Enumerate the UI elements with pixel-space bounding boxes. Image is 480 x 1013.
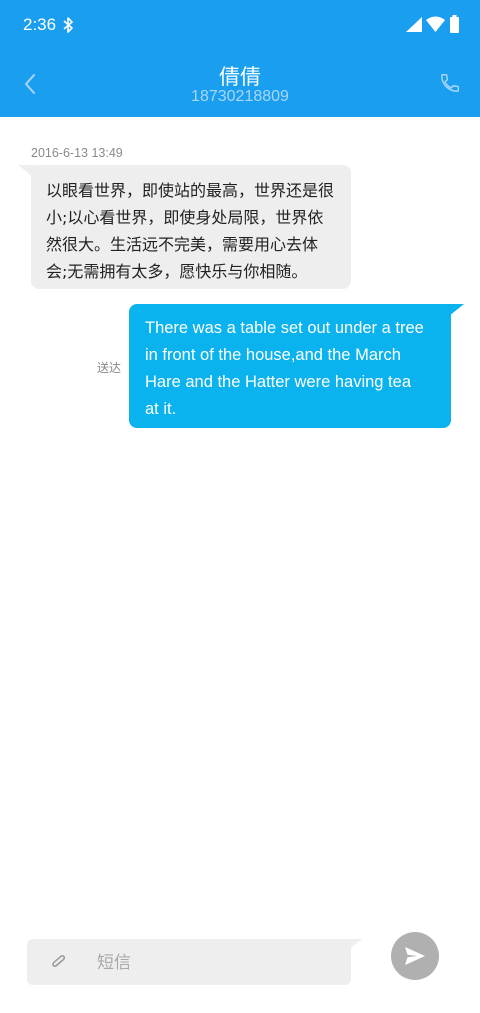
paperclip-icon[interactable]	[50, 953, 70, 971]
signal-icon	[406, 17, 422, 32]
composer-tail	[344, 939, 362, 953]
contact-phone-number: 18730218809	[191, 88, 289, 105]
message-input[interactable]	[97, 950, 337, 976]
message-line: There was a table set out under a tree	[145, 319, 424, 337]
incoming-message-bubble[interactable]: 以眼看世界，即使站的最高，世界还是很 小;以心看世界，即使身处局限，世界依 然很…	[31, 165, 351, 289]
delivery-status: 送达	[97, 361, 122, 375]
contact-name: 倩倩	[219, 65, 261, 89]
message-line: in front of the house,and the March	[145, 346, 401, 364]
send-button[interactable]	[391, 932, 439, 980]
bluetooth-icon	[63, 17, 73, 33]
conversation-header: 倩倩 18730218809	[0, 52, 480, 117]
message-line: Hare and the Hatter were having tea	[145, 373, 411, 391]
message-line: 小;以心看世界，即使身处局限，世界依	[46, 208, 324, 227]
status-time: 2:36	[23, 15, 57, 34]
status-bar: 2:36	[0, 0, 480, 52]
phone-call-icon[interactable]	[439, 72, 461, 94]
send-icon	[405, 947, 425, 965]
battery-icon	[450, 15, 459, 33]
wifi-icon	[426, 16, 445, 32]
message-timestamp: 2016-6-13 13:49	[31, 146, 123, 160]
message-line: 以眼看世界，即使站的最高，世界还是很	[46, 181, 335, 200]
message-line: 然很大。生活远不完美，需要用心去体	[46, 235, 319, 254]
message-line: 会;无需拥有太多，愿快乐与你相随。	[46, 262, 308, 281]
message-line: at it.	[145, 400, 177, 418]
outgoing-message-bubble[interactable]: There was a table set out under a tree i…	[129, 304, 451, 428]
